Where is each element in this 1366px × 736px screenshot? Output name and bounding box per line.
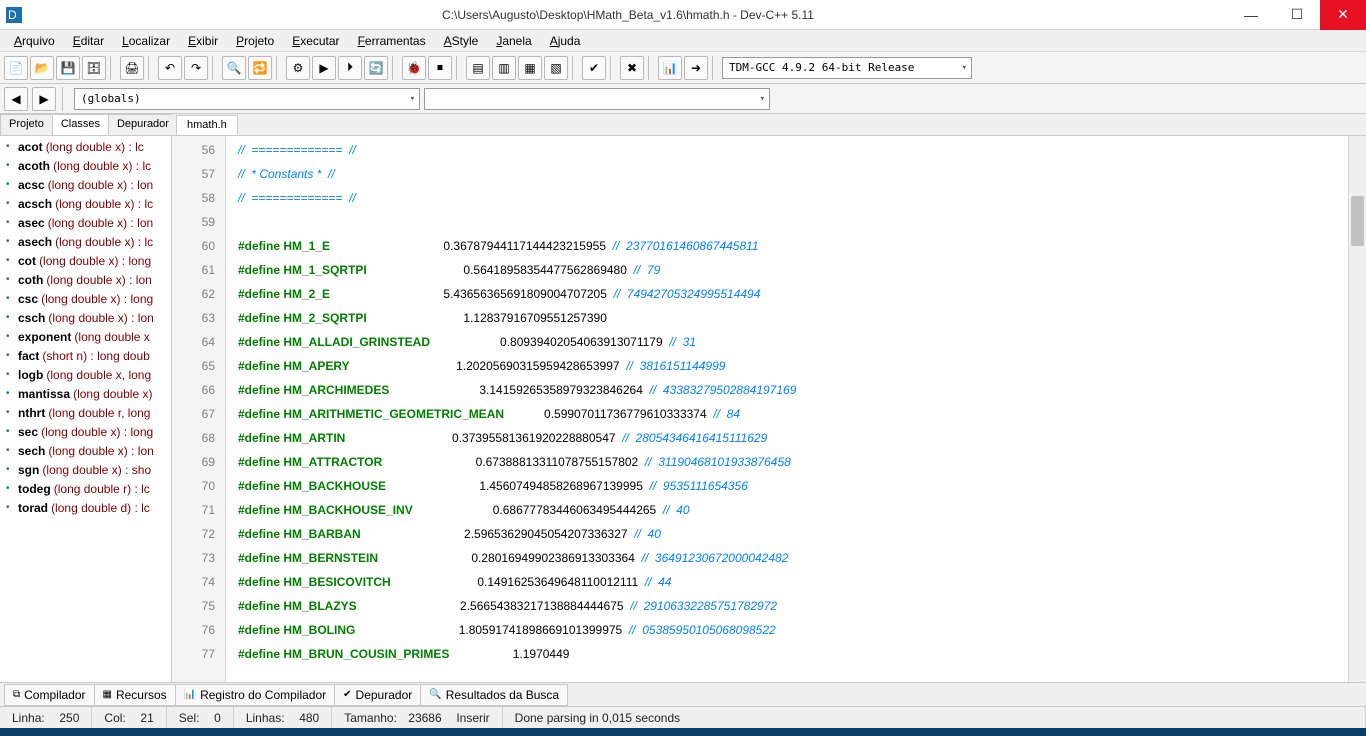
symbol-logb[interactable]: logb (long double x, long	[0, 366, 171, 385]
layout2-button[interactable]: ▥	[492, 56, 516, 80]
menu-executar[interactable]: Executar	[284, 32, 347, 50]
symbol-acsc[interactable]: acsc (long double x) : lon	[0, 176, 171, 195]
editor-tabs: hmath.h	[172, 114, 1366, 136]
menu-astyle[interactable]: AStyle	[436, 32, 487, 50]
minimize-button[interactable]: —	[1228, 0, 1274, 30]
run-button[interactable]: ▶	[312, 56, 336, 80]
menu-bar: ArquivoEditarLocalizarExibirProjetoExecu…	[0, 30, 1366, 52]
window-title: C:\Users\Augusto\Desktop\HMath_Beta_v1.6…	[28, 8, 1228, 22]
code-editor[interactable]: 5657585960616263646566676869707172737475…	[172, 136, 1366, 682]
menu-localizar[interactable]: Localizar	[114, 32, 178, 50]
main-toolbar: 📄 📂 💾 🗄 🖨 ↶ ↷ 🔍 🔁 ⚙ ▶ ⏵ 🔄 🐞 ⏹ ▤ ▥ ▦ ▧ ✔ …	[0, 52, 1366, 84]
status-col: Col: 21	[92, 707, 166, 728]
symbol-fact[interactable]: fact (short n) : long doub	[0, 347, 171, 366]
symbol-sgn[interactable]: sgn (long double x) : sho	[0, 461, 171, 480]
symbol-acoth[interactable]: acoth (long double x) : lc	[0, 157, 171, 176]
status-bar: Linha: 250 Col: 21 Sel: 0 Linhas: 480 Ta…	[0, 706, 1366, 728]
print-button[interactable]: 🖨	[120, 56, 144, 80]
symbol-asech[interactable]: asech (long double x) : lc	[0, 233, 171, 252]
editor-tab-hmath[interactable]: hmath.h	[176, 115, 238, 135]
member-selector[interactable]	[424, 88, 770, 110]
back-button[interactable]: ◀	[4, 87, 28, 111]
redo-button[interactable]: ↷	[184, 56, 208, 80]
sidebar: ProjetoClassesDepurador acot (long doubl…	[0, 114, 172, 682]
close-button[interactable]: ✕	[1320, 0, 1366, 30]
scope-toolbar: ◀ ▶ (globals)	[0, 84, 1366, 114]
symbol-asec[interactable]: asec (long double x) : lon	[0, 214, 171, 233]
scope-selector[interactable]: (globals)	[74, 88, 420, 110]
menu-ferramentas[interactable]: Ferramentas	[350, 32, 434, 50]
bottom-tab-resultados-da-busca[interactable]: 🔍Resultados da Busca	[420, 684, 568, 706]
symbol-csc[interactable]: csc (long double x) : long	[0, 290, 171, 309]
layout4-button[interactable]: ▧	[544, 56, 568, 80]
class-browser[interactable]: acot (long double x) : lcacoth (long dou…	[0, 136, 171, 682]
symbol-sec[interactable]: sec (long double x) : long	[0, 423, 171, 442]
save-all-button[interactable]: 🗄	[82, 56, 106, 80]
status-linha: Linha: 250	[0, 707, 92, 728]
bottom-panel-tabs: ⧉Compilador▦Recursos📊Registro do Compila…	[0, 682, 1366, 706]
check-button[interactable]: ✔	[582, 56, 606, 80]
status-parse: Done parsing in 0,015 seconds	[503, 707, 1366, 728]
symbol-cot[interactable]: cot (long double x) : long	[0, 252, 171, 271]
symbol-acsch[interactable]: acsch (long double x) : lc	[0, 195, 171, 214]
symbol-mantissa[interactable]: mantissa (long double x)	[0, 385, 171, 404]
profile-button[interactable]: 📊	[658, 56, 682, 80]
sidebar-tab-projeto[interactable]: Projeto	[0, 114, 53, 135]
menu-ajuda[interactable]: Ajuda	[542, 32, 589, 50]
debug-button[interactable]: 🐞	[402, 56, 426, 80]
symbol-sech[interactable]: sech (long double x) : lon	[0, 442, 171, 461]
menu-exibir[interactable]: Exibir	[180, 32, 226, 50]
taskbar	[0, 728, 1366, 736]
svg-text:D: D	[8, 8, 17, 22]
rebuild-button[interactable]: 🔄	[364, 56, 388, 80]
code-content[interactable]: // ============= //// * Constants * ////…	[226, 136, 1348, 682]
app-icon: D	[0, 7, 28, 23]
status-sel: Sel: 0	[167, 707, 234, 728]
layout1-button[interactable]: ▤	[466, 56, 490, 80]
menu-editar[interactable]: Editar	[65, 32, 112, 50]
save-button[interactable]: 💾	[56, 56, 80, 80]
sidebar-tab-depurador[interactable]: Depurador	[108, 114, 178, 135]
symbol-torad[interactable]: torad (long double d) : lc	[0, 499, 171, 518]
symbol-csch[interactable]: csch (long double x) : lon	[0, 309, 171, 328]
line-gutter: 5657585960616263646566676869707172737475…	[172, 136, 226, 682]
undo-button[interactable]: ↶	[158, 56, 182, 80]
goto-button[interactable]: ➜	[684, 56, 708, 80]
bottom-tab-depurador[interactable]: ✔Depurador	[334, 684, 421, 706]
menu-projeto[interactable]: Projeto	[228, 32, 282, 50]
layout3-button[interactable]: ▦	[518, 56, 542, 80]
menu-janela[interactable]: Janela	[488, 32, 539, 50]
forward-button[interactable]: ▶	[32, 87, 56, 111]
main-area: ProjetoClassesDepurador acot (long doubl…	[0, 114, 1366, 682]
replace-button[interactable]: 🔁	[248, 56, 272, 80]
bottom-tab-compilador[interactable]: ⧉Compilador	[4, 684, 95, 706]
stop-button[interactable]: ⏹	[428, 56, 452, 80]
symbol-coth[interactable]: coth (long double x) : lon	[0, 271, 171, 290]
scrollbar-thumb[interactable]	[1351, 196, 1364, 246]
maximize-button[interactable]: ☐	[1274, 0, 1320, 30]
find-button[interactable]: 🔍	[222, 56, 246, 80]
new-file-button[interactable]: 📄	[4, 56, 28, 80]
bottom-tab-recursos[interactable]: ▦Recursos	[94, 684, 176, 706]
status-linhas: Linhas: 480	[234, 707, 332, 728]
editor-area: hmath.h 56575859606162636465666768697071…	[172, 114, 1366, 682]
sidebar-tab-classes[interactable]: Classes	[52, 114, 109, 135]
cancel-button[interactable]: ✖	[620, 56, 644, 80]
sidebar-tabs: ProjetoClassesDepurador	[0, 114, 171, 136]
symbol-exponent[interactable]: exponent (long double x	[0, 328, 171, 347]
compile-button[interactable]: ⚙	[286, 56, 310, 80]
bottom-tab-registro-do-compilador[interactable]: 📊Registro do Compilador	[175, 684, 336, 706]
compiler-selector[interactable]: TDM-GCC 4.9.2 64-bit Release	[722, 57, 972, 79]
status-tamanho: Tamanho: 23686 Inserir	[332, 707, 502, 728]
title-bar: D C:\Users\Augusto\Desktop\HMath_Beta_v1…	[0, 0, 1366, 30]
symbol-todeg[interactable]: todeg (long double r) : lc	[0, 480, 171, 499]
open-button[interactable]: 📂	[30, 56, 54, 80]
vertical-scrollbar[interactable]	[1348, 136, 1366, 682]
menu-arquivo[interactable]: Arquivo	[6, 32, 63, 50]
compile-run-button[interactable]: ⏵	[338, 56, 362, 80]
symbol-nthrt[interactable]: nthrt (long double r, long	[0, 404, 171, 423]
symbol-acot[interactable]: acot (long double x) : lc	[0, 138, 171, 157]
